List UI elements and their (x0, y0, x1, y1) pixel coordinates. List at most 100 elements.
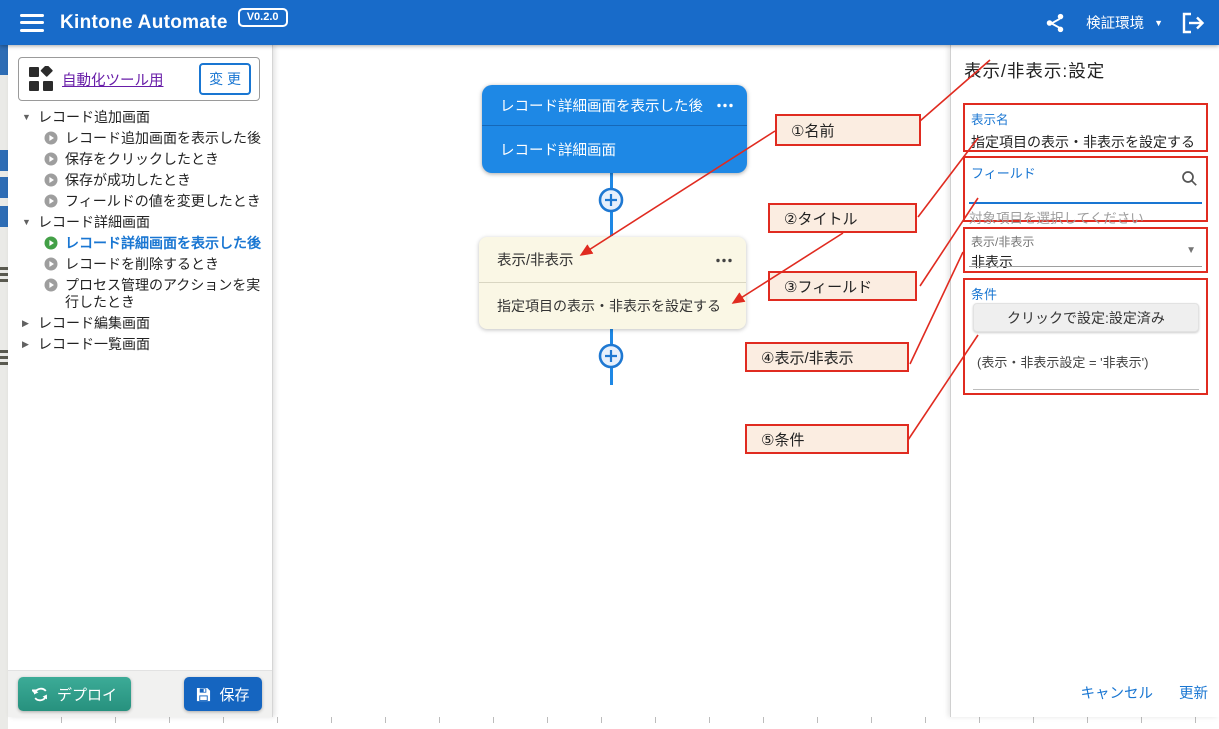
hamburger-menu-icon[interactable] (20, 14, 44, 32)
annotation-label: ⑤条件 (761, 429, 804, 450)
caret-down-icon: ▼ (22, 214, 38, 231)
app-window: Kintone Automate V0.2.0 検証環境 ▼ (0, 0, 1219, 729)
event-icon (44, 257, 58, 271)
tree-item-field-changed[interactable]: フィールドの値を変更したとき (8, 191, 272, 212)
search-icon[interactable] (1181, 170, 1198, 192)
visibility-dropdown[interactable]: 表示/非表示 非表示 ▼ (963, 227, 1208, 273)
annotation-name: ①名前 (775, 114, 921, 146)
tree-item-label: レコード詳細画面を表示した後 (65, 235, 261, 252)
left-edge-strip (0, 45, 8, 729)
dropdown-caret-icon[interactable]: ▼ (1186, 245, 1196, 256)
app-icon (28, 66, 54, 92)
app-name-link[interactable]: 自動化ツール用 (62, 69, 164, 90)
field-input-underline (969, 202, 1202, 204)
tree-section-record-add[interactable]: ▼ レコード追加画面 (8, 107, 272, 128)
change-app-button[interactable]: 変 更 (199, 63, 251, 95)
app-header: Kintone Automate V0.2.0 検証環境 ▼ (0, 0, 1219, 45)
tree-section-label: レコード追加画面 (38, 109, 150, 126)
logout-icon[interactable] (1181, 12, 1205, 34)
deploy-button-label: デプロイ (57, 684, 117, 705)
caret-right-icon: ▶ (22, 315, 38, 332)
cancel-link[interactable]: キャンセル (1081, 682, 1154, 703)
app-card: 自動化ツール用 変 更 (18, 57, 260, 101)
tree-item-label: レコードを削除するとき (65, 256, 219, 273)
trigger-node-subtitle: レコード詳細画面 (500, 139, 616, 160)
annotation-label: ④表示/非表示 (761, 347, 854, 368)
tree-item-save-clicked[interactable]: 保存をクリックしたとき (8, 149, 272, 170)
tree-section-record-detail[interactable]: ▼ レコード詳細画面 (8, 212, 272, 233)
field-placeholder: 対象項目を選択してください (969, 207, 1144, 227)
deploy-button[interactable]: デプロイ (18, 677, 131, 711)
chevron-down-icon: ▼ (1154, 18, 1163, 28)
tree-section-label: レコード一覧画面 (38, 336, 150, 353)
event-tree: ▼ レコード追加画面 レコード追加画面を表示した後 保存をクリックしたとき 保存… (8, 107, 272, 355)
annotation-field: ③フィールド (768, 271, 917, 301)
panel-title: 表示/非表示:設定 (964, 58, 1105, 83)
version-badge: V0.2.0 (238, 8, 288, 27)
tree-section-record-list[interactable]: ▶ レコード一覧画面 (8, 334, 272, 355)
tree-item-process-action[interactable]: プロセス管理のアクションを実行したとき (8, 275, 272, 313)
visibility-value[interactable]: 非表示 (971, 252, 1200, 272)
display-name-field[interactable]: 表示名 指定項目の表示・非表示を設定する (963, 103, 1208, 152)
sidebar-footer: デプロイ 保存 (8, 670, 272, 717)
save-button-label: 保存 (219, 684, 249, 705)
node-menu-icon[interactable] (716, 254, 732, 265)
event-icon (44, 173, 58, 187)
save-icon (196, 687, 211, 702)
annotation-title: ②タイトル (768, 203, 917, 233)
annotation-label: ②タイトル (784, 208, 857, 229)
annotation-condition: ⑤条件 (745, 424, 909, 454)
tree-item-label: フィールドの値を変更したとき (65, 193, 261, 210)
field-label: フィールド (971, 163, 1200, 182)
add-step-icon[interactable] (598, 187, 624, 213)
share-icon[interactable] (1044, 12, 1066, 34)
field-select-field[interactable]: フィールド 対象項目を選択してください (963, 156, 1208, 222)
add-step-icon[interactable] (598, 343, 624, 369)
tree-item-save-success[interactable]: 保存が成功したとき (8, 170, 272, 191)
app-title: Kintone Automate (60, 12, 228, 34)
action-node[interactable]: 表示/非表示 指定項目の表示・非表示を設定する (479, 237, 746, 329)
condition-divider (973, 389, 1199, 390)
tree-item-label: レコード追加画面を表示した後 (65, 130, 261, 147)
caret-down-icon: ▼ (22, 109, 38, 126)
annotation-label: ①名前 (791, 120, 834, 141)
action-node-subtitle: 指定項目の表示・非表示を設定する (497, 296, 721, 316)
tree-item-label: 保存をクリックしたとき (65, 151, 219, 168)
display-name-value[interactable]: 指定項目の表示・非表示を設定する (971, 132, 1200, 152)
tree-item-add-shown[interactable]: レコード追加画面を表示した後 (8, 128, 272, 149)
condition-label: 条件 (971, 284, 1200, 303)
condition-set-button[interactable]: クリックで設定:設定済み (973, 303, 1199, 332)
annotation-label: ③フィールド (784, 276, 872, 297)
display-name-label: 表示名 (971, 109, 1200, 128)
event-icon-selected (44, 236, 58, 250)
trigger-node-title: レコード詳細画面を表示した後 (500, 95, 703, 116)
node-menu-icon[interactable] (717, 100, 733, 111)
event-icon (44, 194, 58, 208)
tree-item-detail-shown-selected[interactable]: レコード詳細画面を表示した後 (8, 233, 272, 254)
environment-label: 検証環境 (1086, 12, 1144, 33)
tree-section-record-edit[interactable]: ▶ レコード編集画面 (8, 313, 272, 334)
tree-item-label: プロセス管理のアクションを実行したとき (65, 277, 264, 311)
save-button[interactable]: 保存 (184, 677, 262, 711)
visibility-underline (969, 266, 1202, 267)
tree-section-label: レコード編集画面 (38, 315, 150, 332)
environment-selector[interactable]: 検証環境 ▼ (1086, 12, 1163, 33)
tree-item-record-delete[interactable]: レコードを削除するとき (8, 254, 272, 275)
update-link[interactable]: 更新 (1179, 682, 1208, 703)
tree-section-label: レコード詳細画面 (38, 214, 150, 231)
sidebar: 自動化ツール用 変 更 ▼ レコード追加画面 レコード追加画面を表示した後 保存… (8, 45, 273, 717)
annotation-visibility: ④表示/非表示 (745, 342, 909, 372)
event-icon (44, 131, 58, 145)
panel-footer: キャンセル 更新 (1081, 682, 1209, 703)
event-icon (44, 152, 58, 166)
settings-panel: 表示/非表示:設定 表示名 指定項目の表示・非表示を設定する フィールド 対象項… (950, 45, 1219, 717)
action-node-title: 表示/非表示 (497, 249, 574, 270)
bottom-ruler (8, 717, 1219, 723)
visibility-label: 表示/非表示 (971, 233, 1200, 250)
refresh-icon (32, 686, 49, 703)
condition-summary: (表示・非表示設定 = '非表示') (977, 352, 1148, 371)
caret-right-icon: ▶ (22, 336, 38, 353)
event-icon (44, 278, 58, 292)
trigger-node[interactable]: レコード詳細画面を表示した後 レコード詳細画面 (482, 85, 747, 173)
condition-section: 条件 クリックで設定:設定済み (表示・非表示設定 = '非表示') (963, 278, 1208, 395)
